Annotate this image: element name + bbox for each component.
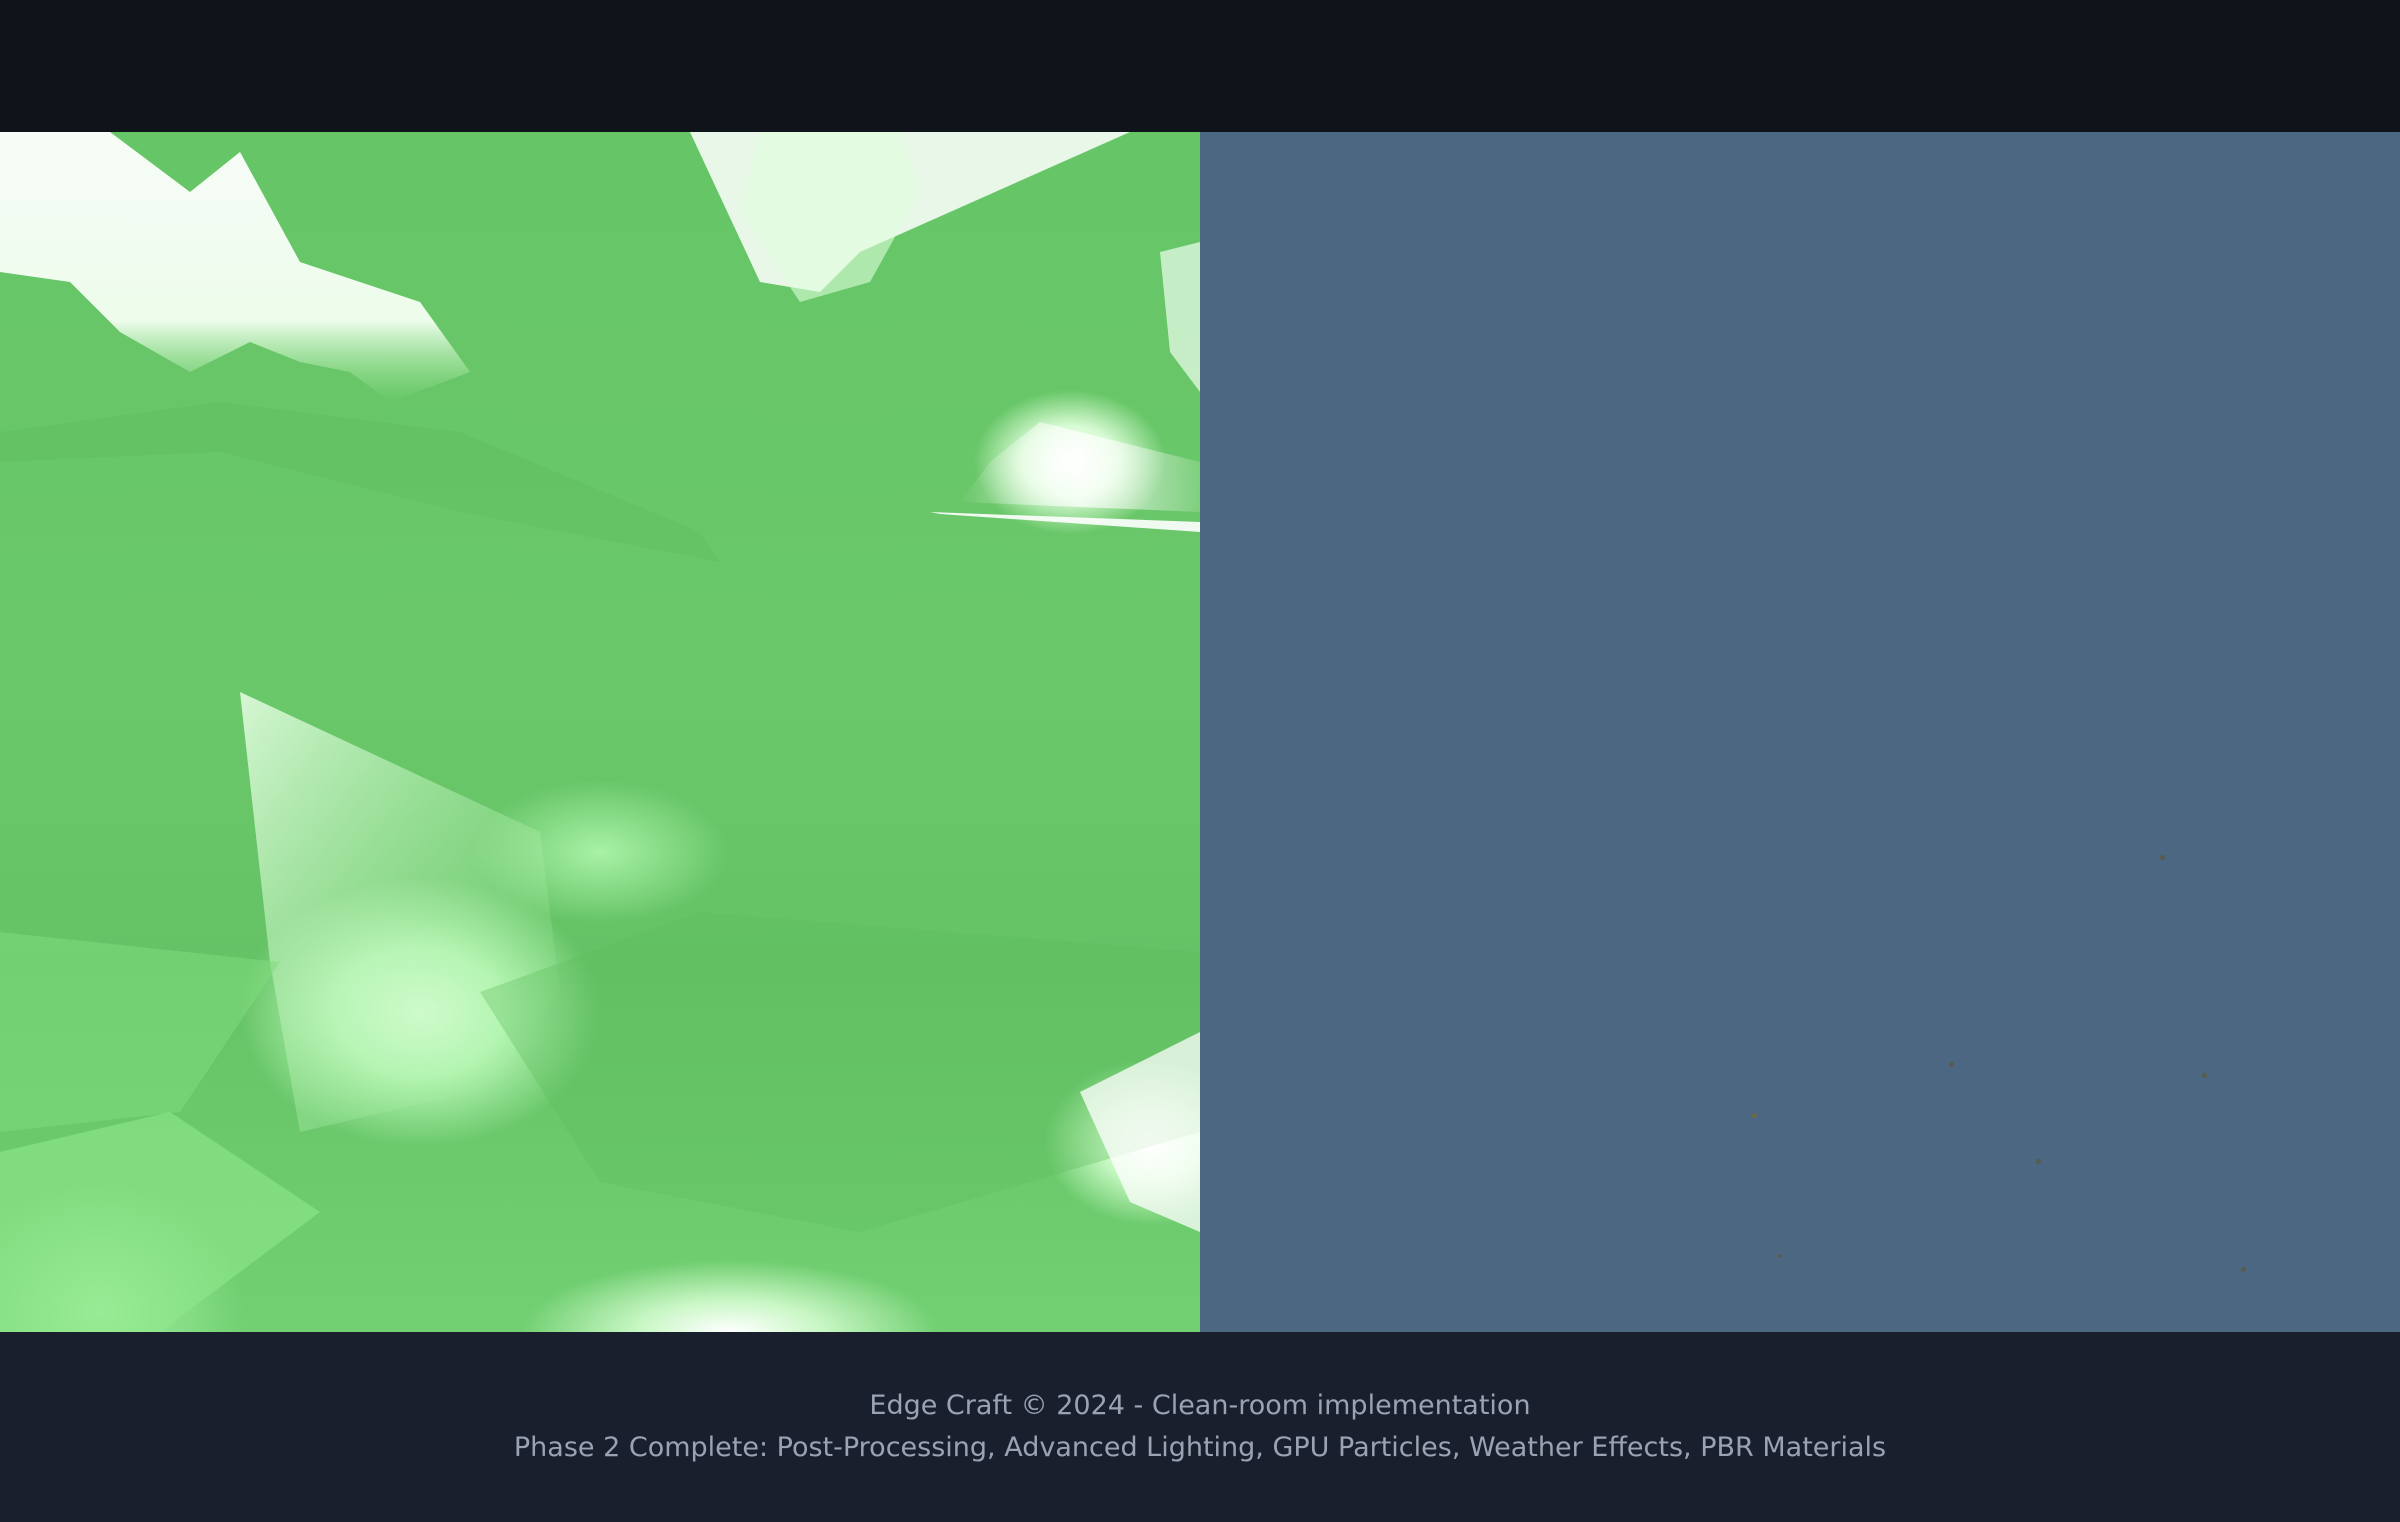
footer: Edge Craft © 2024 - Clean-room implement… <box>0 1332 2400 1522</box>
particle <box>1752 1113 1757 1118</box>
terrain-3d-canvas[interactable] <box>0 132 1200 1332</box>
particle <box>2202 1073 2207 1078</box>
app-root: Edge Craft © 2024 - Clean-room implement… <box>0 0 2400 1522</box>
particle <box>2241 1267 2246 1272</box>
particle <box>1778 1254 1782 1258</box>
footer-copyright: Edge Craft © 2024 - Clean-room implement… <box>869 1390 1531 1421</box>
particle <box>2160 855 2165 860</box>
terrain-polygons <box>0 132 1200 1332</box>
top-bar <box>0 0 2400 132</box>
footer-status: Phase 2 Complete: Post-Processing, Advan… <box>513 1432 1887 1463</box>
particle <box>1949 1062 1954 1067</box>
particle <box>2036 1159 2041 1164</box>
particle-scene-canvas[interactable] <box>1200 132 2400 1332</box>
viewport-row <box>0 132 2400 1332</box>
